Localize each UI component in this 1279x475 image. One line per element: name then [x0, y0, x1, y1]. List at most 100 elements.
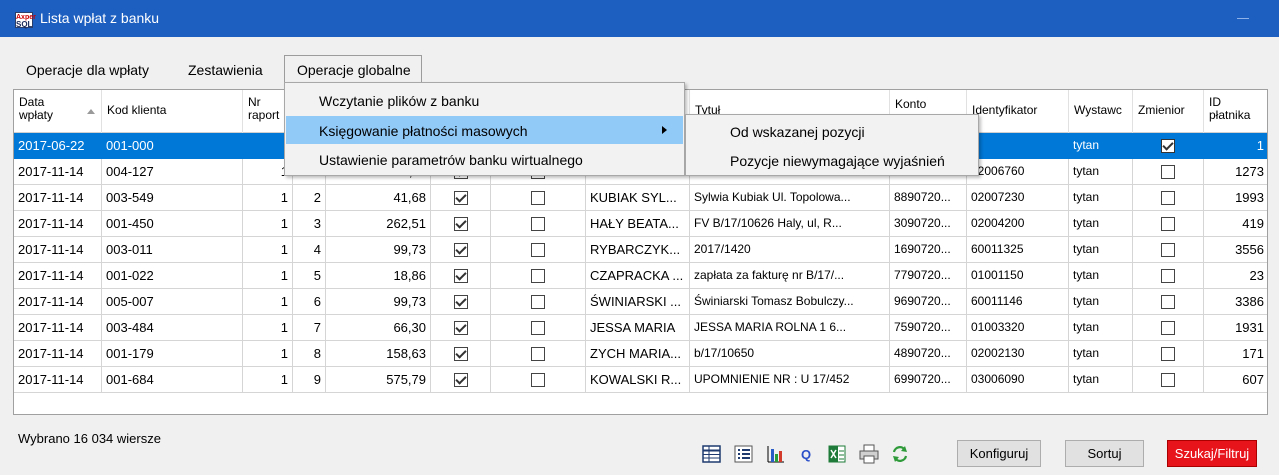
- cell-c2: [491, 263, 586, 289]
- menu-item-ustawienie-parametrow[interactable]: Ustawienie parametrów banku wirtualnego: [286, 145, 683, 173]
- col-header-label: raport: [248, 108, 280, 122]
- cell-id: 1931: [1204, 315, 1267, 341]
- checkbox[interactable]: [531, 217, 545, 231]
- query-glyph: Q: [801, 447, 811, 462]
- table-row[interactable]: 2017-11-14 001-179 1 8 158,63 ZYCH MARIA... b/…: [14, 341, 1267, 367]
- checkbox[interactable]: [531, 191, 545, 205]
- cell-kod: 001-684: [102, 367, 243, 393]
- chart-icon[interactable]: [765, 443, 787, 465]
- checkbox[interactable]: [453, 217, 468, 231]
- submenu-item-od-wskazanej-pozycji[interactable]: Od wskazanej pozycji: [687, 117, 977, 145]
- menu-item-label: Księgowanie płatności masowych: [319, 123, 528, 139]
- col-header-kod-klienta[interactable]: Kod klienta: [102, 90, 243, 133]
- cell-id: 171: [1204, 341, 1267, 367]
- cell-date: 2017-11-14: [14, 159, 102, 185]
- cell-date: 2017-11-14: [14, 341, 102, 367]
- cell-ident: 60011146: [967, 289, 1069, 315]
- cell-tytul: Sylwia Kubiak Ul. Topolowa...: [690, 185, 890, 211]
- checkbox[interactable]: [453, 269, 468, 283]
- cell-nr: 1: [243, 211, 293, 237]
- cell-kod: 001-022: [102, 263, 243, 289]
- cell-zmien: [1133, 315, 1204, 341]
- table-row[interactable]: 2017-11-14 005-007 1 6 99,73 ŚWINIARSKI ... Św…: [14, 289, 1267, 315]
- checkbox[interactable]: [531, 347, 545, 361]
- submenu-arrow-icon: [662, 126, 667, 134]
- checkbox[interactable]: [531, 295, 545, 309]
- checkbox[interactable]: [453, 191, 468, 205]
- checkbox[interactable]: [1161, 165, 1175, 179]
- window-title: Lista wpłat z banku: [40, 10, 160, 26]
- cell-wyst: tytan: [1069, 341, 1133, 367]
- cell-nazwa: CZAPRACKA ...: [586, 263, 690, 289]
- cell-nazwa: KUBIAK SYL...: [586, 185, 690, 211]
- checkbox[interactable]: [453, 347, 468, 361]
- cell-zmien: [1133, 159, 1204, 185]
- checkbox[interactable]: [453, 243, 468, 257]
- cell-poz: 2: [293, 185, 326, 211]
- cell-nazwa: JESSA MARIA: [586, 315, 690, 341]
- cell-tytul: FV B/17/10626 Haly, ul, R...: [690, 211, 890, 237]
- cell-wyst: tytan: [1069, 159, 1133, 185]
- cell-nazwa: RYBARCZYK...: [586, 237, 690, 263]
- grid-view-icon[interactable]: [701, 443, 723, 465]
- refresh-icon[interactable]: [889, 443, 911, 465]
- checkbox[interactable]: [1161, 295, 1175, 309]
- cell-nazwa: ŚWINIARSKI ...: [586, 289, 690, 315]
- cell-kod: 003-549: [102, 185, 243, 211]
- col-header-id-platnika[interactable]: ID płatnika: [1204, 90, 1267, 133]
- col-header-zmieniony[interactable]: Zmienior: [1133, 90, 1204, 133]
- menu-item-wczytanie-plikow[interactable]: Wczytanie plików z banku: [286, 86, 683, 114]
- list-view-icon[interactable]: [733, 443, 755, 465]
- menu-item-ksiegowanie-platnosci[interactable]: Księgowanie płatności masowych: [286, 116, 683, 144]
- checkbox[interactable]: [1161, 321, 1175, 335]
- cell-zmien: [1133, 185, 1204, 211]
- excel-export-icon[interactable]: [826, 443, 848, 465]
- checkbox[interactable]: [531, 269, 545, 283]
- table-row[interactable]: 2017-11-14 001-450 1 3 262,51 HAŁY BEATA... FV…: [14, 211, 1267, 237]
- checkbox[interactable]: [453, 373, 468, 387]
- cell-date: 2017-11-14: [14, 289, 102, 315]
- table-row[interactable]: 2017-11-14 003-011 1 4 99,73 RYBARCZYK... 2017…: [14, 237, 1267, 263]
- submenu-item-pozycje-niewymagajace[interactable]: Pozycje niewymagające wyjaśnień: [687, 146, 977, 174]
- cell-poz: 3: [293, 211, 326, 237]
- table-row[interactable]: 2017-11-14 003-484 1 7 66,30 JESSA MARIA JESSA…: [14, 315, 1267, 341]
- cell-c1: [431, 315, 491, 341]
- checkbox[interactable]: [1161, 373, 1175, 387]
- cell-c2: [491, 315, 586, 341]
- checkbox[interactable]: [453, 295, 468, 309]
- checkbox[interactable]: [531, 373, 545, 387]
- cell-nr: 1: [243, 185, 293, 211]
- table-row[interactable]: 2017-11-14 003-549 1 2 41,68 KUBIAK SYL... Syl…: [14, 185, 1267, 211]
- col-header-data-wplaty[interactable]: Data wpłaty: [14, 90, 102, 133]
- checkbox[interactable]: [531, 243, 545, 257]
- sortuj-button[interactable]: Sortuj: [1065, 440, 1144, 467]
- checkbox[interactable]: [1161, 347, 1175, 361]
- cell-nr: 1: [243, 289, 293, 315]
- cell-poz: 6: [293, 289, 326, 315]
- checkbox[interactable]: [1161, 139, 1175, 153]
- checkbox[interactable]: [1161, 191, 1175, 205]
- col-header-wystawca[interactable]: Wystawc: [1069, 90, 1133, 133]
- cell-date: 2017-11-14: [14, 211, 102, 237]
- cell-kwota: 158,63: [326, 341, 431, 367]
- konfiguruj-button[interactable]: Konfiguruj: [957, 440, 1041, 467]
- checkbox[interactable]: [1161, 269, 1175, 283]
- cell-wyst: tytan: [1069, 237, 1133, 263]
- szukaj-filtruj-button[interactable]: Szukaj/Filtruj: [1167, 440, 1257, 467]
- query-icon[interactable]: Q: [796, 443, 818, 465]
- cell-zmien: [1133, 237, 1204, 263]
- table-row[interactable]: 2017-11-14 001-022 1 5 18,86 CZAPRACKA ... zap…: [14, 263, 1267, 289]
- cell-konto: 9690720...: [890, 289, 967, 315]
- menu-zestawienia[interactable]: Zestawienia: [188, 62, 263, 78]
- print-icon[interactable]: [858, 443, 880, 465]
- col-header-identyfikator[interactable]: Identyfikator: [967, 90, 1069, 133]
- checkbox[interactable]: [531, 321, 545, 335]
- cell-c1: [431, 289, 491, 315]
- cell-ident: 02004200: [967, 211, 1069, 237]
- table-row[interactable]: 2017-11-14 001-684 1 9 575,79 KOWALSKI R... UP…: [14, 367, 1267, 393]
- checkbox[interactable]: [1161, 217, 1175, 231]
- menu-operacje-dla-wplaty[interactable]: Operacje dla wpłaty: [26, 62, 149, 78]
- minimize-button[interactable]: [1237, 18, 1249, 19]
- checkbox[interactable]: [453, 321, 468, 335]
- checkbox[interactable]: [1161, 243, 1175, 257]
